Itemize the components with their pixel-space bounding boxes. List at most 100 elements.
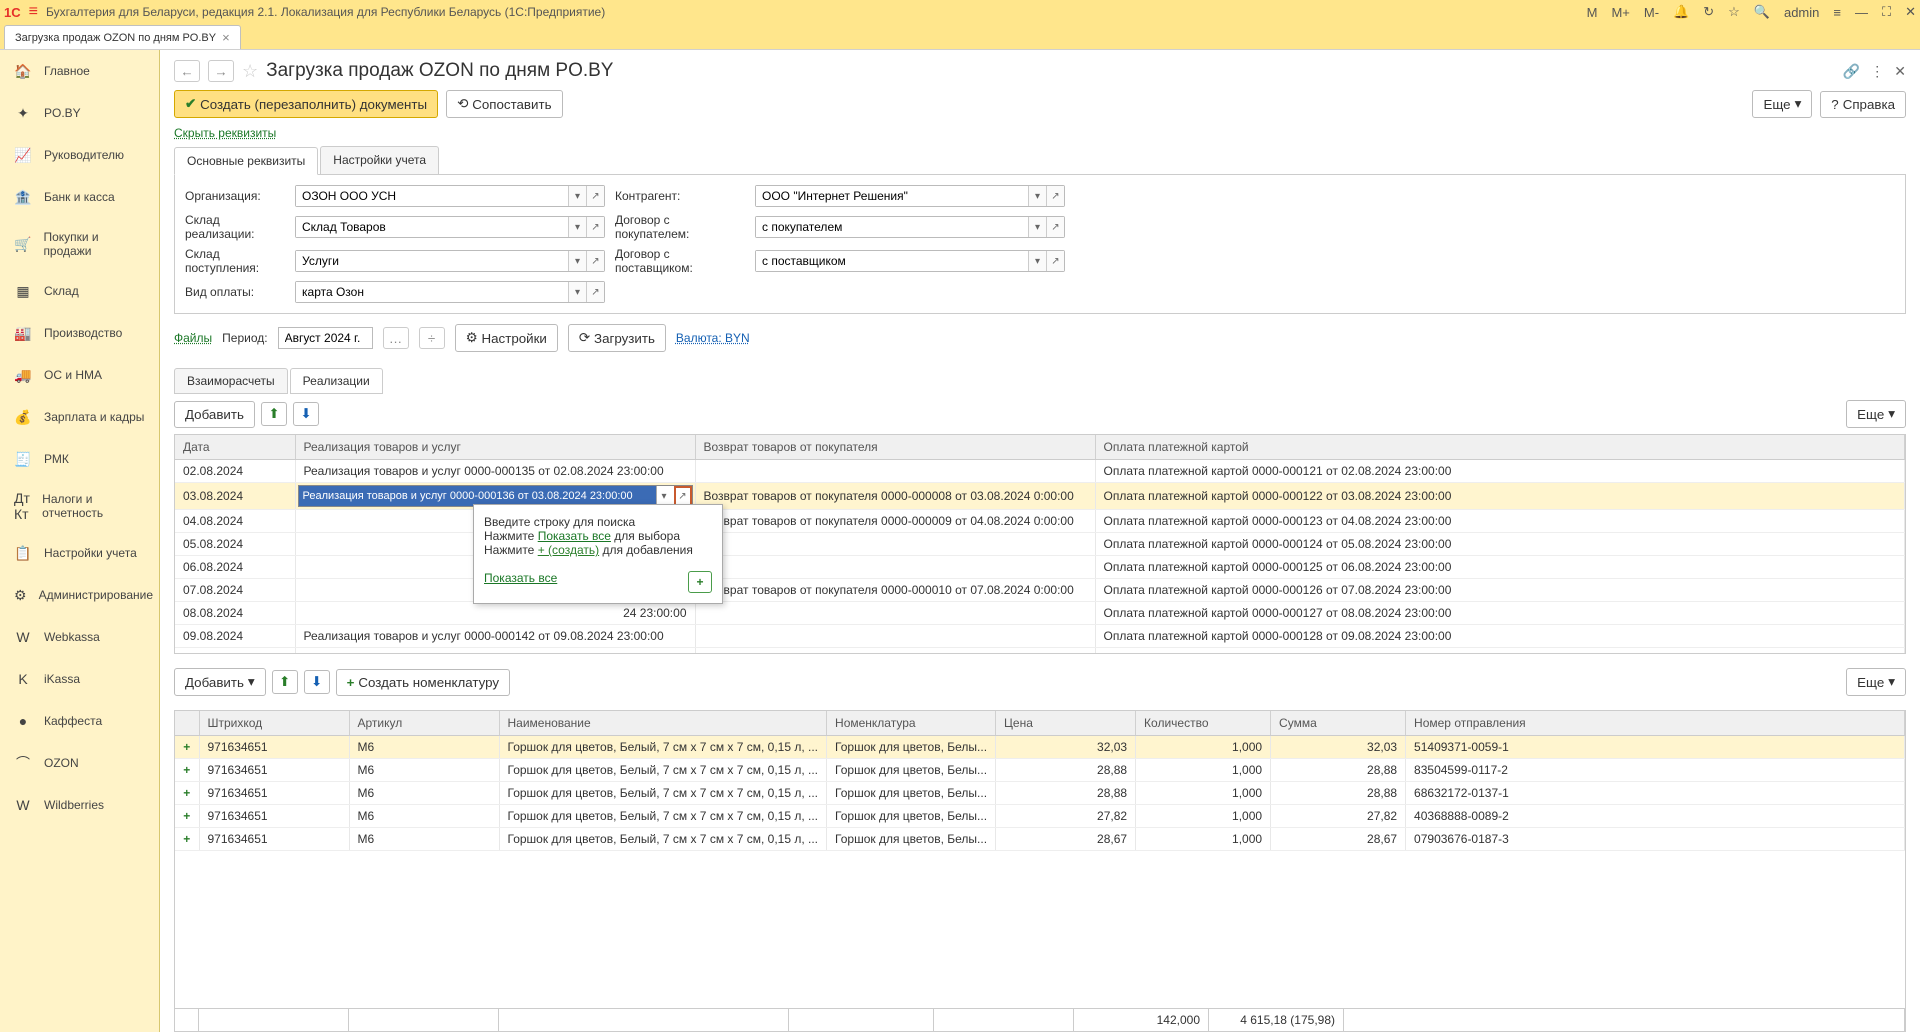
- move-down-button[interactable]: ⬇: [293, 402, 319, 426]
- create-link[interactable]: + (создать): [538, 543, 599, 557]
- show-all-link[interactable]: Показать все: [538, 529, 611, 543]
- col-qty[interactable]: Количество: [1136, 711, 1271, 736]
- settings-button[interactable]: ⚙ Настройки: [455, 324, 558, 352]
- table-row[interactable]: 03.08.2024▾↗Возврат товаров от покупател…: [175, 483, 1905, 510]
- table-row[interactable]: +971634651M6Горшок для цветов, Белый, 7 …: [175, 759, 1905, 782]
- compare-button[interactable]: ⟲ Сопоставить: [446, 90, 562, 118]
- table-row[interactable]: +971634651M6Горшок для цветов, Белый, 7 …: [175, 828, 1905, 851]
- dropdown-icon[interactable]: ▾: [568, 251, 586, 271]
- sidebar-item[interactable]: ▦Склад: [0, 270, 159, 312]
- sidebar-item[interactable]: ⚙Администрирование: [0, 574, 159, 616]
- help-button[interactable]: ? Справка: [1820, 91, 1906, 118]
- dog-buy-input[interactable]: ▾↗: [755, 216, 1065, 238]
- history-icon[interactable]: ↻: [1703, 4, 1714, 20]
- table1-more-button[interactable]: Еще ▾: [1846, 400, 1906, 428]
- memory-mminus[interactable]: M-: [1644, 5, 1659, 20]
- sidebar-item[interactable]: 🏦Банк и касса: [0, 176, 159, 218]
- sidebar-item[interactable]: ⌒OZON: [0, 742, 159, 784]
- files-link[interactable]: Файлы: [174, 331, 212, 345]
- col-realization[interactable]: Реализация товаров и услуг: [295, 435, 695, 460]
- sidebar-item[interactable]: WWebkassa: [0, 616, 159, 658]
- realization-input[interactable]: [299, 486, 656, 506]
- sidebar-item[interactable]: 🛒Покупки и продажи: [0, 218, 159, 270]
- sidebar-item[interactable]: 📈Руководителю: [0, 134, 159, 176]
- open-icon[interactable]: ↗: [1046, 251, 1064, 271]
- add-row2-button[interactable]: Добавить ▾: [174, 668, 266, 696]
- table2-more-button[interactable]: Еще ▾: [1846, 668, 1906, 696]
- memory-m[interactable]: M: [1587, 5, 1598, 20]
- more-button[interactable]: Еще ▾: [1752, 90, 1812, 118]
- load-button[interactable]: ⟳ Загрузить: [568, 324, 666, 352]
- favorite-icon[interactable]: ☆: [242, 61, 258, 82]
- period-input[interactable]: [278, 327, 373, 349]
- col-payment[interactable]: Оплата платежной картой: [1095, 435, 1905, 460]
- col-sum[interactable]: Сумма: [1271, 711, 1406, 736]
- table-row[interactable]: +971634651M6Горшок для цветов, Белый, 7 …: [175, 736, 1905, 759]
- dropdown-icon[interactable]: ▾: [568, 186, 586, 206]
- create-documents-button[interactable]: ✔ Создать (перезаполнить) документы: [174, 90, 438, 118]
- sidebar-item[interactable]: 🏠Главное: [0, 50, 159, 92]
- org-input[interactable]: ▾↗: [295, 185, 605, 207]
- sidebar-item[interactable]: ●Каффеста: [0, 700, 159, 742]
- menu-icon[interactable]: ≡: [29, 3, 38, 21]
- close-window-icon[interactable]: ✕: [1905, 4, 1916, 20]
- tab-realizations[interactable]: Реализации: [290, 368, 383, 394]
- table-row[interactable]: +971634651M6Горшок для цветов, Белый, 7 …: [175, 805, 1905, 828]
- dropdown-icon[interactable]: ▾: [656, 486, 672, 506]
- table-row[interactable]: 09.08.2024Реализация товаров и услуг 000…: [175, 625, 1905, 648]
- create-nomenclature-button[interactable]: + Создать номенклатуру: [336, 669, 510, 696]
- table-row[interactable]: 02.08.2024Реализация товаров и услуг 000…: [175, 460, 1905, 483]
- memory-mplus[interactable]: M+: [1611, 5, 1629, 20]
- col-return[interactable]: Возврат товаров от покупателя: [695, 435, 1095, 460]
- sidebar-item[interactable]: 🏭Производство: [0, 312, 159, 354]
- move-down2-button[interactable]: ⬇: [304, 670, 330, 694]
- dropdown-icon[interactable]: ▾: [1028, 217, 1046, 237]
- search-icon[interactable]: 🔍: [1754, 4, 1770, 20]
- bell-icon[interactable]: 🔔: [1673, 4, 1689, 20]
- tab-main-requisites[interactable]: Основные реквизиты: [174, 147, 318, 175]
- col-price[interactable]: Цена: [996, 711, 1136, 736]
- move-up2-button[interactable]: ⬆: [272, 670, 298, 694]
- dropdown-icon[interactable]: ▾: [1028, 251, 1046, 271]
- open-icon[interactable]: ↗: [586, 251, 604, 271]
- add-row-button[interactable]: Добавить: [174, 401, 255, 428]
- tab-close-icon[interactable]: ×: [222, 30, 230, 45]
- table-row[interactable]: 04.08.202424 23:00:00Возврат товаров от …: [175, 510, 1905, 533]
- nav-forward-button[interactable]: →: [208, 60, 234, 82]
- col-article[interactable]: Артикул: [349, 711, 499, 736]
- sidebar-item[interactable]: KiKassa: [0, 658, 159, 700]
- sidebar-item[interactable]: WWildberries: [0, 784, 159, 826]
- table-row[interactable]: 07.08.202424 23:00:00Возврат товаров от …: [175, 579, 1905, 602]
- table-row[interactable]: 10.08.2024Реализация товаров и услуг 000…: [175, 648, 1905, 655]
- col-date[interactable]: Дата: [175, 435, 295, 460]
- contr-input[interactable]: ▾↗: [755, 185, 1065, 207]
- period-step-button[interactable]: ÷: [419, 327, 445, 349]
- sidebar-item[interactable]: ✦PO.BY: [0, 92, 159, 134]
- open-icon[interactable]: ↗: [1046, 217, 1064, 237]
- col-shipment[interactable]: Номер отправления: [1406, 711, 1905, 736]
- open-icon[interactable]: ↗: [586, 282, 604, 302]
- open-icon[interactable]: ↗: [586, 186, 604, 206]
- close-page-icon[interactable]: ✕: [1894, 63, 1906, 80]
- sidebar-item[interactable]: Дт КтНалоги и отчетность: [0, 480, 159, 532]
- nav-back-button[interactable]: ←: [174, 60, 200, 82]
- show-all-bottom-link[interactable]: Показать все: [484, 571, 557, 585]
- dropdown-icon[interactable]: ▾: [568, 217, 586, 237]
- open-icon[interactable]: ↗: [1046, 186, 1064, 206]
- dog-supp-input[interactable]: ▾↗: [755, 250, 1065, 272]
- star-icon[interactable]: ☆: [1728, 4, 1740, 20]
- minimize-icon[interactable]: —: [1855, 5, 1868, 20]
- period-select-button[interactable]: …: [383, 327, 409, 349]
- user-label[interactable]: admin: [1784, 5, 1819, 20]
- table-row[interactable]: +971634651M6Горшок для цветов, Белый, 7 …: [175, 782, 1905, 805]
- col-name[interactable]: Наименование: [499, 711, 827, 736]
- settings-icon[interactable]: ≡: [1833, 5, 1841, 20]
- dropdown-icon[interactable]: ▾: [568, 282, 586, 302]
- pay-input[interactable]: ▾↗: [295, 281, 605, 303]
- sidebar-item[interactable]: 🧾РМК: [0, 438, 159, 480]
- sidebar-item[interactable]: 📋Настройки учета: [0, 532, 159, 574]
- sidebar-item[interactable]: 🚚ОС и НМА: [0, 354, 159, 396]
- col-barcode[interactable]: Штрихкод: [199, 711, 349, 736]
- table-row[interactable]: 08.08.202424 23:00:00Оплата платежной ка…: [175, 602, 1905, 625]
- add-new-button[interactable]: +: [688, 571, 712, 593]
